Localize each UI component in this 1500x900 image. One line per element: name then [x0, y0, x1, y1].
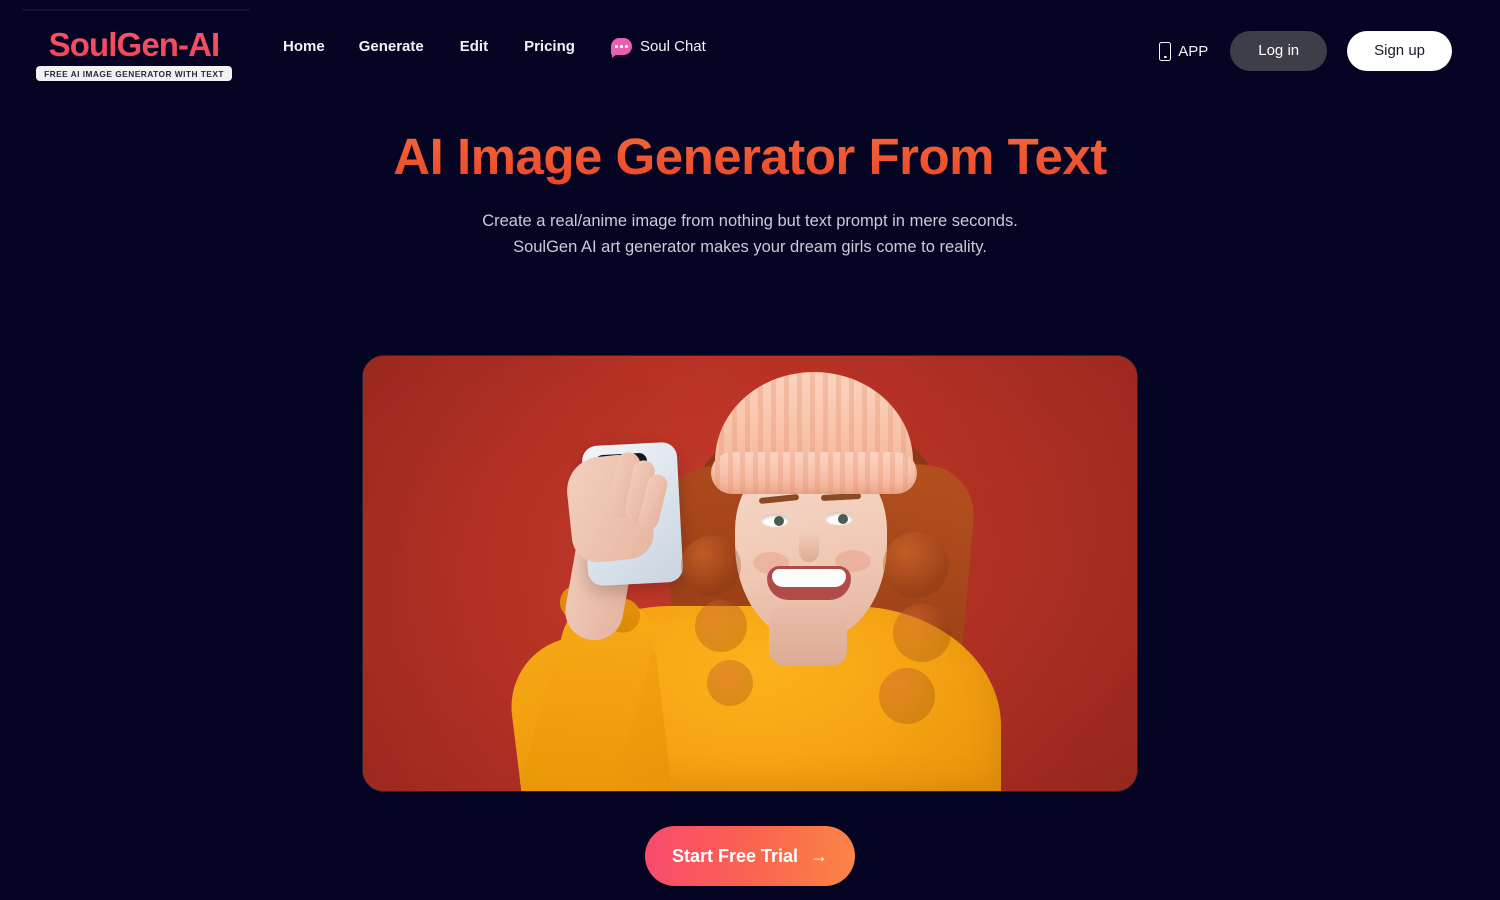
arrow-right-icon: →: [810, 846, 829, 866]
brand-logo-badge: FREE AI IMAGE GENERATOR WITH TEXT: [36, 65, 232, 81]
phone-icon: [1159, 41, 1172, 61]
page-title: AI Image Generator From Text: [0, 127, 1500, 186]
hair-curl: [695, 600, 747, 652]
hair-curl: [883, 532, 949, 598]
hair-curl: [879, 668, 935, 724]
hero-image-card[interactable]: [362, 355, 1138, 792]
hero-photo: [363, 356, 1137, 791]
login-button[interactable]: Log in: [1230, 31, 1328, 71]
eye-right: [825, 512, 853, 525]
nav-item-generate[interactable]: Generate: [359, 38, 460, 55]
header-actions: APP Log in Sign up: [1159, 31, 1452, 71]
nav-item-pricing[interactable]: Pricing: [524, 38, 611, 55]
eye-left: [761, 514, 789, 527]
site-header: SoulGen-AI FREE AI IMAGE GENERATOR WITH …: [0, 0, 1500, 104]
landing-page: SoulGen-AI FREE AI IMAGE GENERATOR WITH …: [0, 0, 1500, 900]
app-download-label: APP: [1178, 42, 1209, 60]
hero-subtitle-line-2: SoulGen AI art generator makes your drea…: [513, 238, 987, 256]
hair-curl: [707, 660, 753, 706]
hair-curl: [681, 536, 741, 596]
nav-item-soul-chat[interactable]: Soul Chat: [610, 38, 706, 58]
nav-item-soul-chat-label: Soul Chat: [639, 38, 706, 55]
nav-item-home[interactable]: Home: [283, 38, 359, 55]
start-free-trial-label: Start Free Trial: [671, 845, 799, 866]
brand-logo-text: SoulGen-AI: [48, 26, 221, 63]
signup-button[interactable]: Sign up: [1347, 31, 1452, 71]
hero-subtitle-line-1: Create a real/anime image from nothing b…: [482, 212, 1018, 230]
neck: [769, 606, 847, 666]
hair-curl: [893, 604, 951, 662]
app-download-link[interactable]: APP: [1159, 41, 1209, 61]
hero-subtitle: Create a real/anime image from nothing b…: [0, 208, 1500, 260]
chat-bubble-icon: [610, 38, 632, 58]
brand-logo[interactable]: SoulGen-AI FREE AI IMAGE GENERATOR WITH …: [36, 26, 232, 81]
knit-beanie-brim: [711, 452, 917, 494]
mouth: [767, 566, 851, 600]
main-nav: Home Generate Edit Pricing Soul Chat: [283, 38, 706, 58]
nav-item-edit[interactable]: Edit: [460, 38, 524, 55]
nose: [799, 532, 819, 562]
start-free-trial-button[interactable]: Start Free Trial →: [645, 826, 855, 886]
